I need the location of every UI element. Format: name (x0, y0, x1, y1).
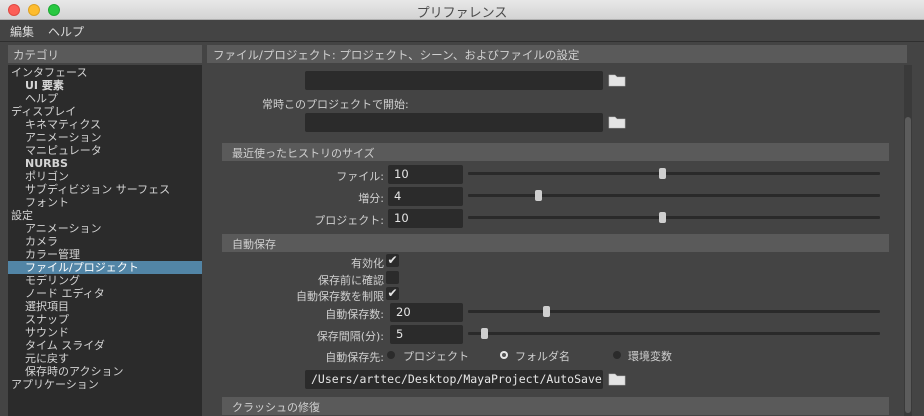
autosave-destination-label: 自動保存先: (325, 351, 384, 364)
autosave-interval-slider-thumb[interactable] (481, 328, 489, 339)
category-tree: インタフェース UI 要素 ヘルプ ディスプレイ キネマティクス アニメーション マニピュレ… (8, 65, 202, 416)
limit-autosaves-label: 自動保存数を制限 (296, 290, 384, 303)
category-item[interactable]: ディスプレイ (8, 105, 202, 118)
folder-icon[interactable] (608, 372, 626, 386)
category-item[interactable]: アニメーション (8, 222, 202, 235)
recent-projects-slider-thumb[interactable] (658, 212, 666, 223)
category-item[interactable]: UI 要素 (8, 79, 202, 92)
autosave-interval-slider[interactable] (468, 332, 880, 335)
project-path-field[interactable] (305, 71, 603, 90)
recent-projects-label: プロジェクト: (314, 214, 384, 227)
destination-folder-radio[interactable] (500, 351, 508, 359)
destination-env-var-label: 環境変数 (628, 350, 672, 363)
category-item[interactable]: タイム スライダ (8, 339, 202, 352)
recent-projects-field[interactable]: 10 (388, 209, 463, 228)
category-item[interactable]: 保存時のアクション (8, 365, 202, 378)
category-item[interactable]: 設定 (8, 209, 202, 222)
category-item[interactable]: アプリケーション (8, 378, 202, 391)
settings-scrollbar[interactable] (904, 65, 912, 416)
limit-autosaves-checkbox[interactable]: ✔ (386, 287, 399, 300)
menu-help[interactable]: ヘルプ (48, 23, 84, 40)
category-item[interactable]: ポリゴン (8, 170, 202, 183)
folder-icon[interactable] (608, 115, 626, 129)
increments-slider-thumb[interactable] (535, 190, 543, 201)
increments-field[interactable]: 4 (388, 187, 463, 206)
destination-folder-label: フォルダ名 (515, 350, 570, 363)
category-item[interactable]: NURBS (8, 157, 202, 170)
category-item[interactable]: アニメーション (8, 131, 202, 144)
category-item[interactable]: モデリング (8, 274, 202, 287)
title-bar: プリファレンス (0, 0, 924, 21)
category-item[interactable]: サブディビジョン サーフェス (8, 183, 202, 196)
category-item[interactable]: ノード エディタ (8, 287, 202, 300)
autosave-path-field[interactable]: /Users/arttec/Desktop/MayaProject/AutoSa… (305, 370, 603, 389)
menu-bar: 編集 ヘルプ (0, 20, 924, 42)
category-item[interactable]: インタフェース (8, 66, 202, 79)
prompt-before-save-checkbox[interactable] (386, 271, 399, 284)
scrollbar-thumb[interactable] (905, 117, 911, 413)
section-crash-recovery[interactable]: クラッシュの修復 (222, 397, 889, 415)
settings-header: ファイル/プロジェクト: プロジェクト、シーン、およびファイルの設定 (207, 45, 907, 63)
section-recent-history[interactable]: 最近使ったヒストリのサイズ (222, 143, 889, 161)
category-item[interactable]: ファイル/プロジェクト (8, 261, 202, 274)
autosave-interval-label: 保存間隔(分): (316, 330, 384, 343)
always-start-label: 常時このプロジェクトで開始: (262, 98, 409, 111)
destination-env-var-radio[interactable] (613, 351, 621, 359)
category-item[interactable]: 選択項目 (8, 300, 202, 313)
folder-icon[interactable] (608, 73, 626, 87)
window-title: プリファレンス (416, 6, 508, 21)
category-item[interactable]: カメラ (8, 235, 202, 248)
category-item[interactable]: スナップ (8, 313, 202, 326)
menu-edit[interactable]: 編集 (10, 23, 34, 40)
autosave-count-field[interactable]: 20 (390, 303, 463, 322)
category-item[interactable]: サウンド (8, 326, 202, 339)
category-item[interactable]: マニピュレータ (8, 144, 202, 157)
section-autosave[interactable]: 自動保存 (222, 234, 889, 252)
category-item[interactable]: ヘルプ (8, 92, 202, 105)
category-panel: カテゴリ インタフェース UI 要素 ヘルプ ディスプレイ キネマティクス アニメーション… (0, 43, 205, 416)
autosave-count-slider[interactable] (468, 310, 880, 313)
category-item[interactable]: フォント (8, 196, 202, 209)
prompt-before-save-label: 保存前に確認 (318, 274, 384, 287)
category-header: カテゴリ (8, 45, 202, 63)
recent-files-label: ファイル: (336, 170, 384, 183)
autosave-count-label: 自動保存数: (325, 308, 384, 321)
recent-files-slider[interactable] (468, 172, 880, 175)
autosave-interval-field[interactable]: 5 (390, 325, 463, 344)
category-item[interactable]: キネマティクス (8, 118, 202, 131)
category-item[interactable]: カラー管理 (8, 248, 202, 261)
destination-project-label: プロジェクト (403, 350, 469, 363)
increments-label: 増分: (358, 192, 384, 205)
check-icon: ✔ (387, 286, 398, 300)
check-icon: ✔ (387, 253, 398, 267)
recent-files-field[interactable]: 10 (388, 165, 463, 184)
category-item[interactable]: 元に戻す (8, 352, 202, 365)
autosave-count-slider-thumb[interactable] (543, 306, 551, 317)
increments-slider[interactable] (468, 194, 880, 197)
recent-projects-slider[interactable] (468, 216, 880, 219)
recent-files-slider-thumb[interactable] (658, 168, 666, 179)
autosave-enable-checkbox[interactable]: ✔ (386, 254, 399, 267)
destination-project-radio[interactable] (387, 351, 395, 359)
autosave-enable-label: 有効化 (351, 257, 384, 270)
always-start-field[interactable] (305, 113, 603, 132)
